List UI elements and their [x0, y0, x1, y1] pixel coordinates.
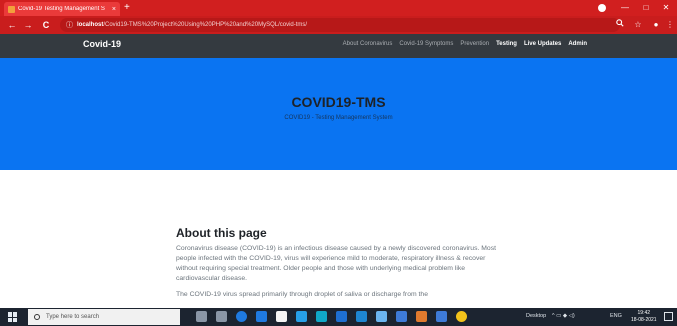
- hero-title: COVID19-TMS: [291, 94, 386, 110]
- internet-explorer-icon[interactable]: [256, 311, 267, 322]
- clock-time: 19:42: [637, 310, 651, 316]
- about-paragraph-2: The COVID-19 virus spread primarily thro…: [176, 291, 428, 298]
- tab-title: Covid-19 Testing Management S: [18, 6, 105, 12]
- bookmark-star-icon[interactable]: ☆: [632, 18, 644, 32]
- account-icon[interactable]: ●: [650, 18, 662, 32]
- maximize-button[interactable]: □: [635, 0, 657, 16]
- url-path: /Covid19-TMS%20Project%20Using%20PHP%20a…: [103, 22, 308, 28]
- about-heading: About this page: [176, 226, 267, 240]
- app-icon[interactable]: [376, 311, 387, 322]
- favicon-icon: [8, 5, 15, 13]
- site-info-icon[interactable]: ⓘ: [66, 20, 73, 30]
- address-bar[interactable]: ⓘ localhost /Covid19-TMS%20Project%20Usi…: [60, 18, 620, 32]
- profile-icon[interactable]: [598, 4, 606, 12]
- about-section: About this page Coronavirus disease (COV…: [176, 226, 506, 300]
- taskbar-search-box[interactable]: Type here to search: [28, 309, 180, 325]
- hero-banner: COVID19-TMS COVID19 - Testing Management…: [0, 58, 677, 170]
- notification-icon[interactable]: [664, 312, 673, 321]
- close-window-button[interactable]: ✕: [655, 0, 677, 16]
- browser-tab-strip: Covid-19 Testing Management S × + — □ ✕: [0, 0, 677, 16]
- menu-icon[interactable]: ⋮: [664, 18, 676, 32]
- photos-icon[interactable]: [396, 311, 407, 322]
- browser-toolbar: ← → C ⓘ localhost /Covid19-TMS%20Project…: [0, 16, 677, 34]
- reload-button[interactable]: C: [40, 18, 52, 32]
- new-tab-button[interactable]: +: [124, 2, 130, 14]
- app-icon[interactable]: [296, 311, 307, 322]
- store-icon[interactable]: [276, 311, 287, 322]
- taskbar-search-placeholder: Type here to search: [46, 314, 100, 320]
- about-paragraph: Coronavirus disease (COVID-19) is an inf…: [176, 245, 496, 282]
- nav-link-admin[interactable]: Admin: [568, 41, 587, 47]
- search-icon: [34, 314, 40, 320]
- nav-links: About Coronavirus Covid-19 Symptoms Prev…: [343, 41, 587, 47]
- nav-link-about-coronavirus[interactable]: About Coronavirus: [343, 41, 393, 47]
- app-icon[interactable]: [316, 311, 327, 322]
- cortana-icon[interactable]: [196, 311, 207, 322]
- clock-date: 18-08-2021: [631, 317, 657, 323]
- tab-close-icon[interactable]: ×: [112, 6, 116, 13]
- nav-link-live-updates[interactable]: Live Updates: [524, 41, 561, 47]
- zoom-search-icon[interactable]: [614, 18, 626, 32]
- windows-start-icon[interactable]: [8, 312, 18, 322]
- app-icon[interactable]: [356, 311, 367, 322]
- browser-tab[interactable]: Covid-19 Testing Management S ×: [4, 2, 120, 16]
- app-icon[interactable]: [436, 311, 447, 322]
- nav-link-prevention[interactable]: Prevention: [460, 41, 489, 47]
- url-host: localhost: [77, 22, 104, 28]
- forward-button[interactable]: →: [22, 18, 34, 32]
- minimize-button[interactable]: —: [614, 0, 636, 16]
- site-navbar: Covid-19 About Coronavirus Covid-19 Symp…: [0, 34, 677, 58]
- tray-icons[interactable]: ^ ▭ ◆ ◁): [552, 313, 575, 319]
- chrome-icon[interactable]: [456, 311, 467, 322]
- task-view-icon[interactable]: [216, 311, 227, 322]
- windows-taskbar: Type here to search Desktop ^ ▭ ◆ ◁) ENG…: [0, 308, 677, 326]
- app-icon[interactable]: [416, 311, 427, 322]
- nav-link-covid-symptoms[interactable]: Covid-19 Symptoms: [399, 41, 453, 47]
- site-brand[interactable]: Covid-19: [83, 39, 121, 49]
- screen: Covid-19 Testing Management S × + — □ ✕ …: [0, 0, 677, 326]
- hero-subtitle: COVID19 - Testing Management System: [284, 115, 393, 121]
- nav-link-testing[interactable]: Testing: [496, 41, 517, 47]
- taskbar-clock[interactable]: 19:42 18-08-2021: [631, 310, 657, 324]
- edge-icon[interactable]: [236, 311, 247, 322]
- word-icon[interactable]: [336, 311, 347, 322]
- back-button[interactable]: ←: [6, 18, 18, 32]
- language-indicator[interactable]: ENG: [610, 313, 622, 319]
- desktop-toolbar-label[interactable]: Desktop: [526, 313, 546, 319]
